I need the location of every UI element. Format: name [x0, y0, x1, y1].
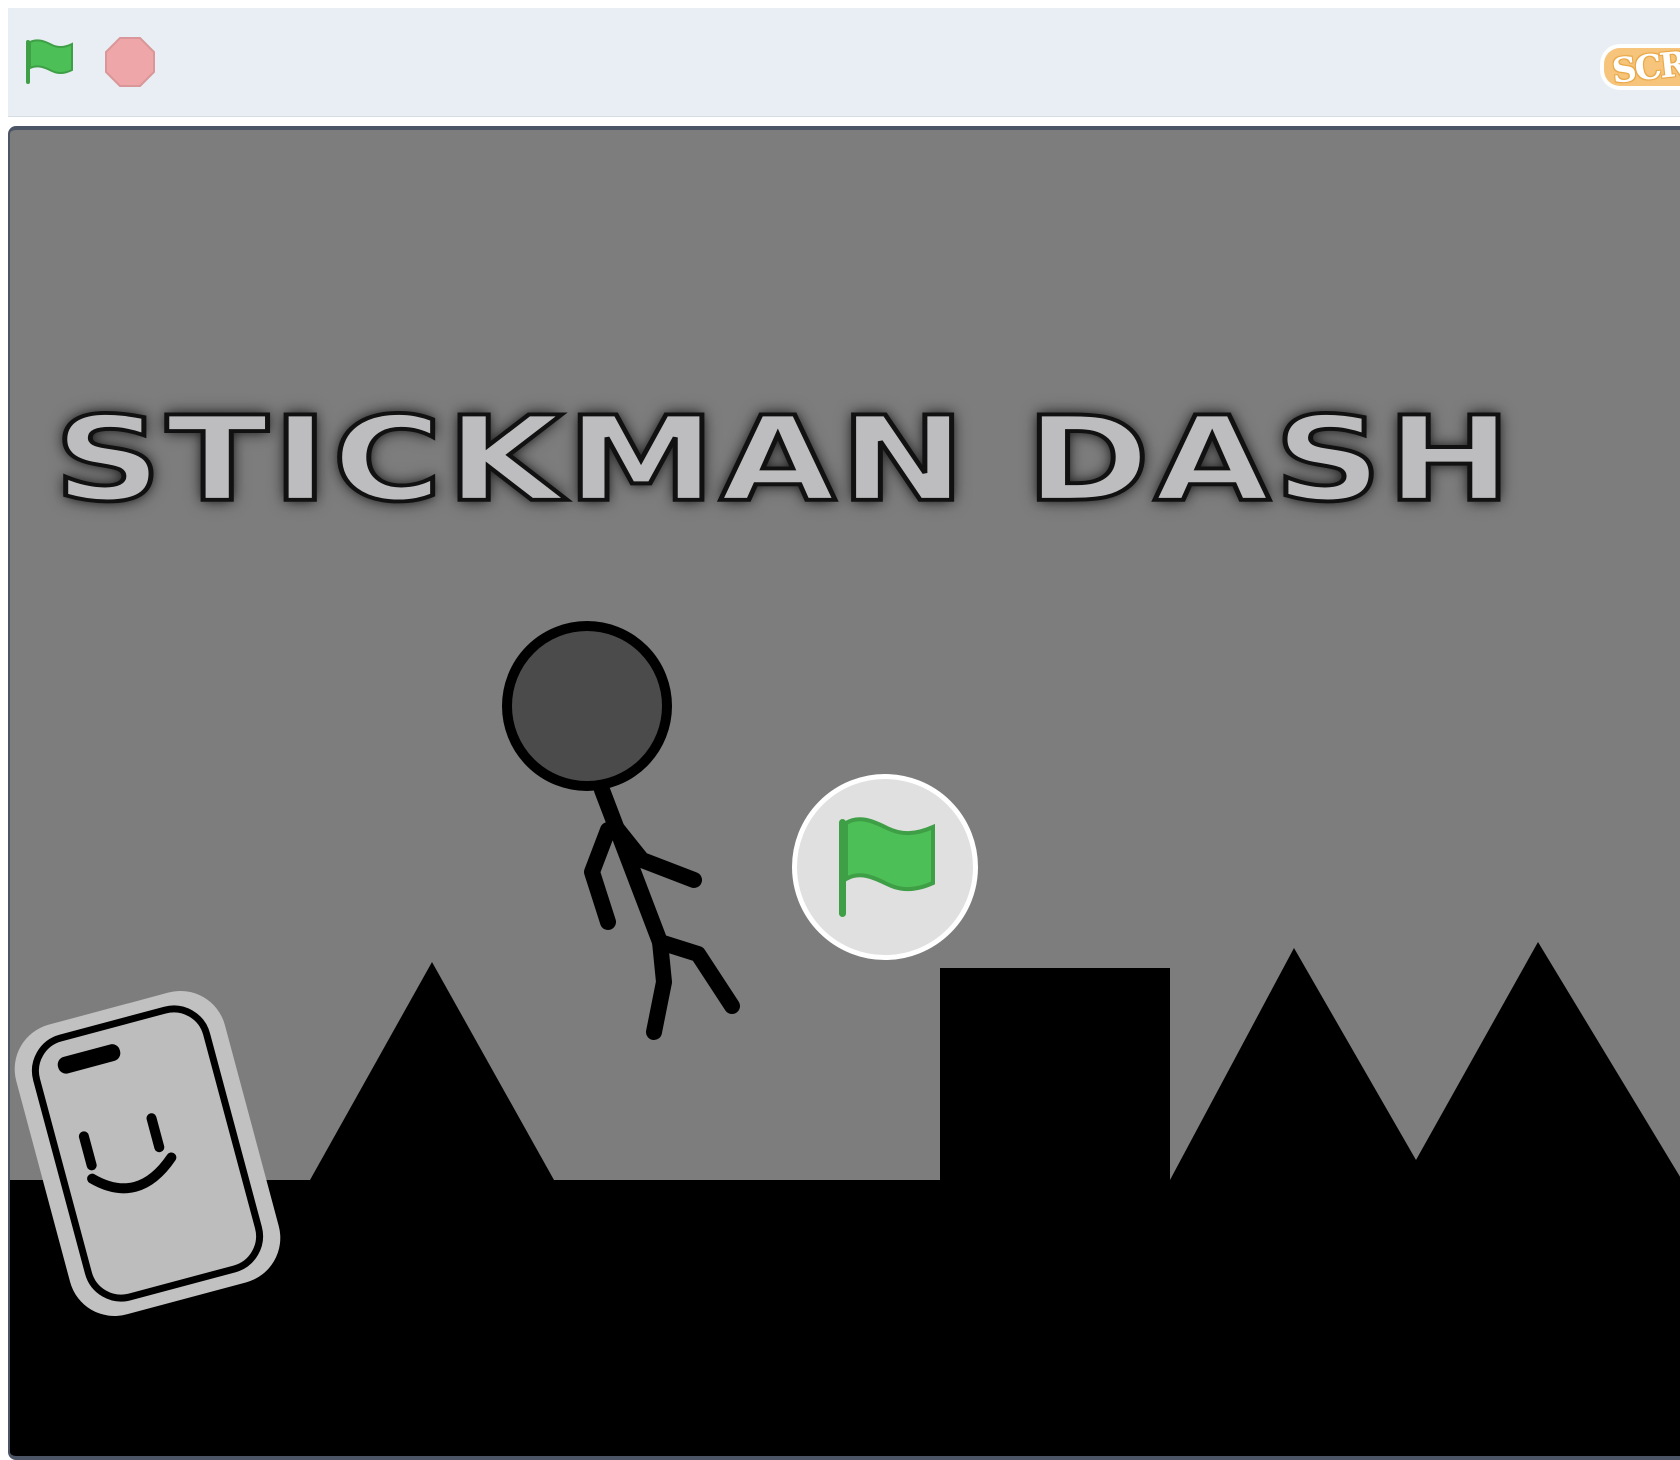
- stickman-sprite: [502, 621, 740, 1040]
- game-stage[interactable]: STICKMAN DASH: [8, 126, 1680, 1460]
- stop-button[interactable]: [102, 34, 158, 90]
- green-flag-icon: [26, 39, 73, 84]
- green-flag-button[interactable]: [20, 34, 76, 90]
- player-toolbar: SCRATCH: [8, 8, 1680, 117]
- stop-sign-icon: [105, 37, 155, 87]
- start-overlay-button[interactable]: [792, 774, 978, 960]
- scratch-logo[interactable]: SCRATCH: [1598, 34, 1680, 94]
- scratch-player-window: SCRATCH STICKMAN DASH: [8, 8, 1680, 1460]
- game-title: STICKMAN DASH: [52, 392, 1516, 528]
- green-flag-icon: [839, 817, 935, 917]
